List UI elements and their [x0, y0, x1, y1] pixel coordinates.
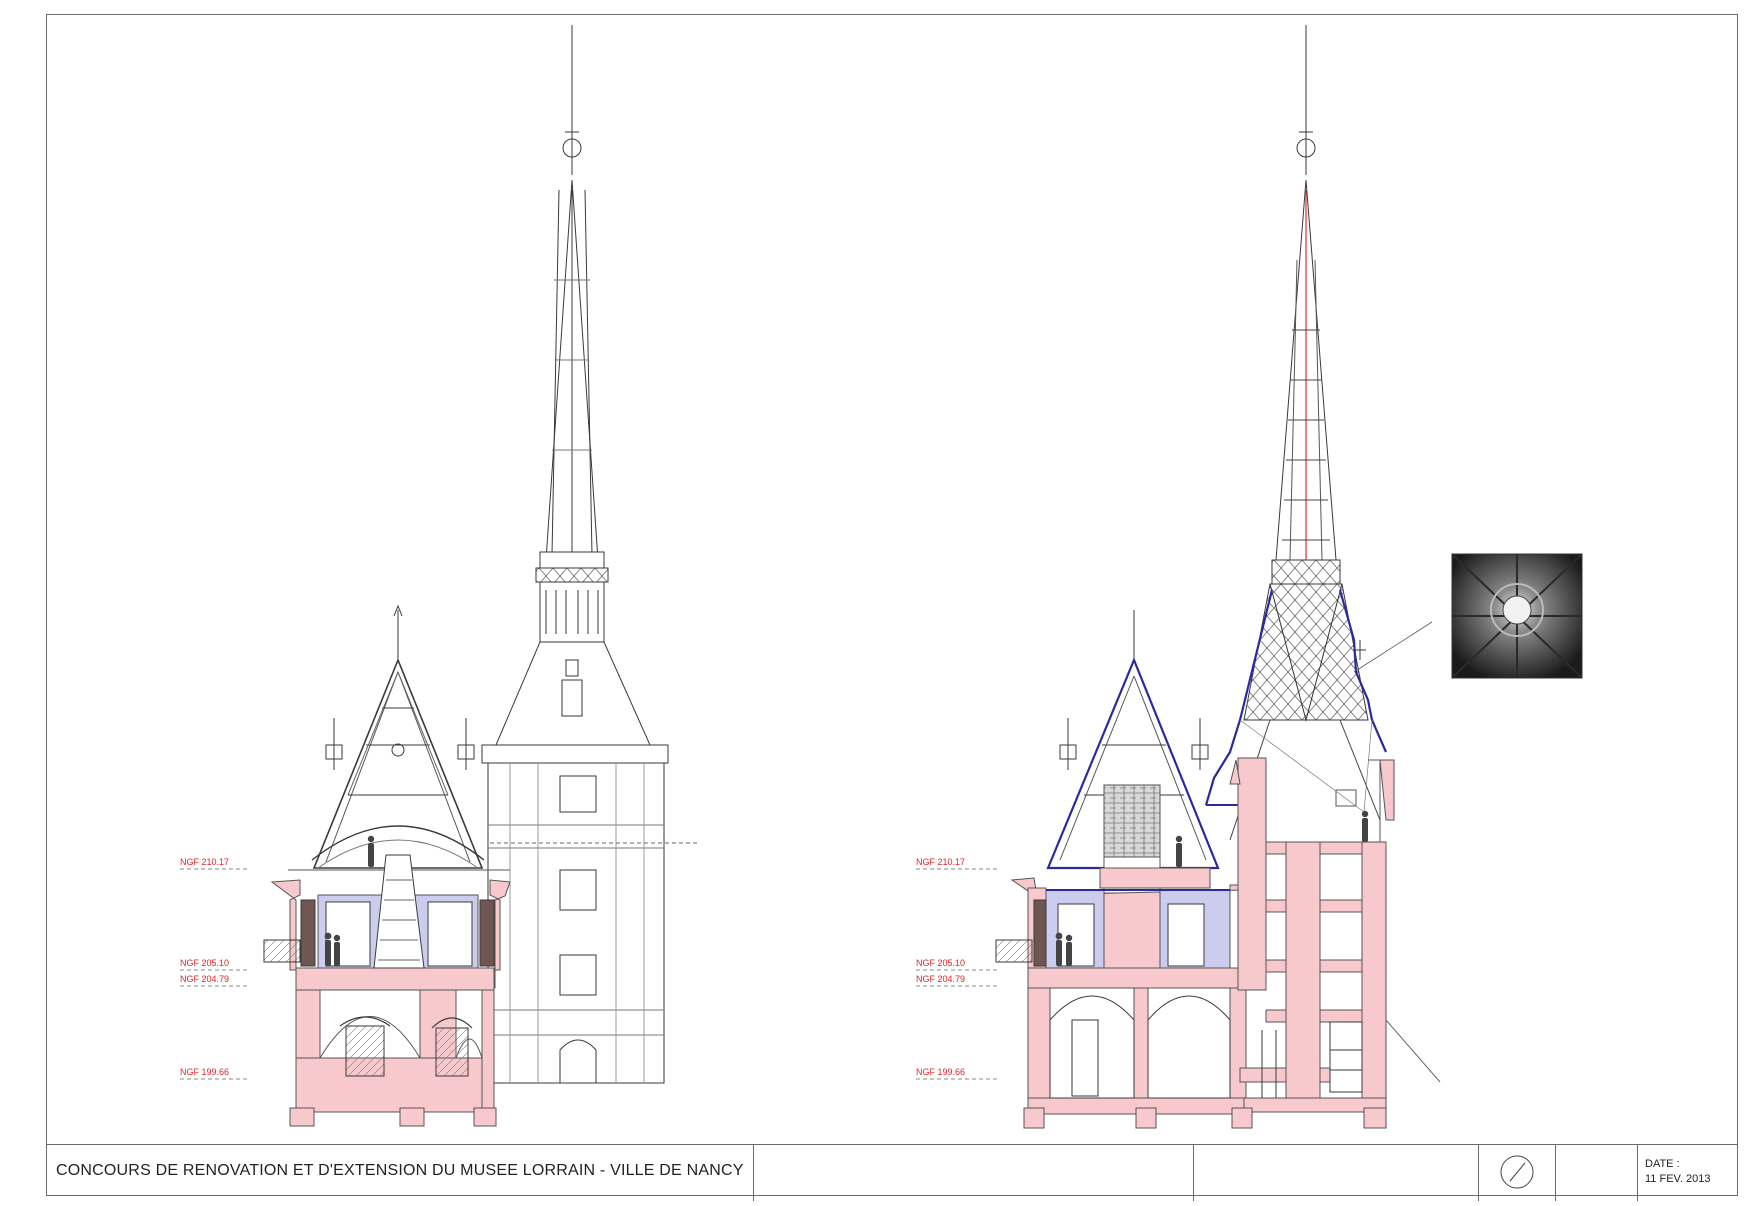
north-arrow-cell [1479, 1145, 1556, 1201]
date-label: DATE : [1645, 1158, 1680, 1170]
finial-left [325, 718, 343, 770]
level-ngf-205-right: NGF 205.10 [916, 958, 965, 968]
left-section-drawing [263, 25, 700, 1127]
finial-right-right [1191, 718, 1209, 770]
finial-right [457, 718, 475, 770]
level-ngf-204-left: NGF 204.79 [180, 974, 229, 984]
level-ngf-199-left: NGF 199.66 [180, 1067, 229, 1077]
drawing-sheet: NGF 210.17 NGF 205.10 NGF 204.79 NGF 199… [0, 0, 1761, 1201]
level-ngf-199-right: NGF 199.66 [916, 1067, 965, 1077]
date-value: 11 FEV. 2013 [1645, 1173, 1711, 1185]
photo-leader-line [1353, 621, 1433, 673]
left-level-markers: NGF 210.17 NGF 205.10 NGF 204.79 NGF 199… [180, 857, 250, 1080]
level-ngf-210-right: NGF 210.17 [916, 857, 965, 867]
left-pavilion [288, 604, 510, 871]
project-title: CONCOURS DE RENOVATION ET D'EXTENSION DU… [56, 1162, 744, 1179]
title-block: CONCOURS DE RENOVATION ET D'EXTENSION DU… [46, 1144, 1738, 1201]
title-block-blank-cell-2 [1194, 1145, 1479, 1201]
left-tower [481, 25, 700, 1084]
finial-right-left [1059, 718, 1077, 770]
architectural-sections: NGF 210.17 NGF 205.10 NGF 204.79 NGF 199… [180, 25, 1583, 1129]
level-ngf-204-right: NGF 204.79 [916, 974, 965, 984]
left-gallery [263, 854, 495, 969]
right-tower-spire [1204, 25, 1388, 850]
title-block-blank-cell [754, 1145, 1194, 1201]
spire-interior-photo [1451, 553, 1583, 679]
title-block-blank-cell-3 [1556, 1145, 1638, 1201]
level-ngf-210-left: NGF 210.17 [180, 857, 229, 867]
right-section-drawing [995, 25, 1441, 1129]
north-arrow-icon [1500, 1155, 1534, 1189]
right-level-markers: NGF 210.17 NGF 205.10 NGF 204.79 NGF 199… [916, 857, 1000, 1080]
title-cell: CONCOURS DE RENOVATION ET D'EXTENSION DU… [46, 1145, 754, 1201]
level-ngf-205-left: NGF 205.10 [180, 958, 229, 968]
